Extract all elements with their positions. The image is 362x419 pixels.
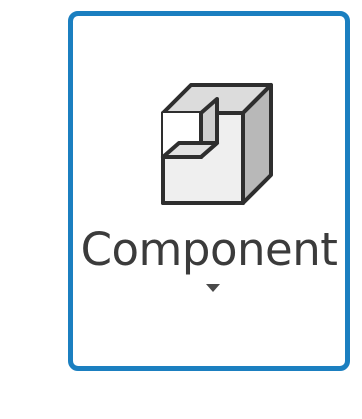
component-split-button[interactable]: Component <box>68 11 350 371</box>
component-block-icon <box>143 71 283 211</box>
ribbon-panel: Component <box>0 0 362 419</box>
dropdown-arrow-icon[interactable] <box>206 284 220 292</box>
component-button-label: Component <box>80 223 338 276</box>
